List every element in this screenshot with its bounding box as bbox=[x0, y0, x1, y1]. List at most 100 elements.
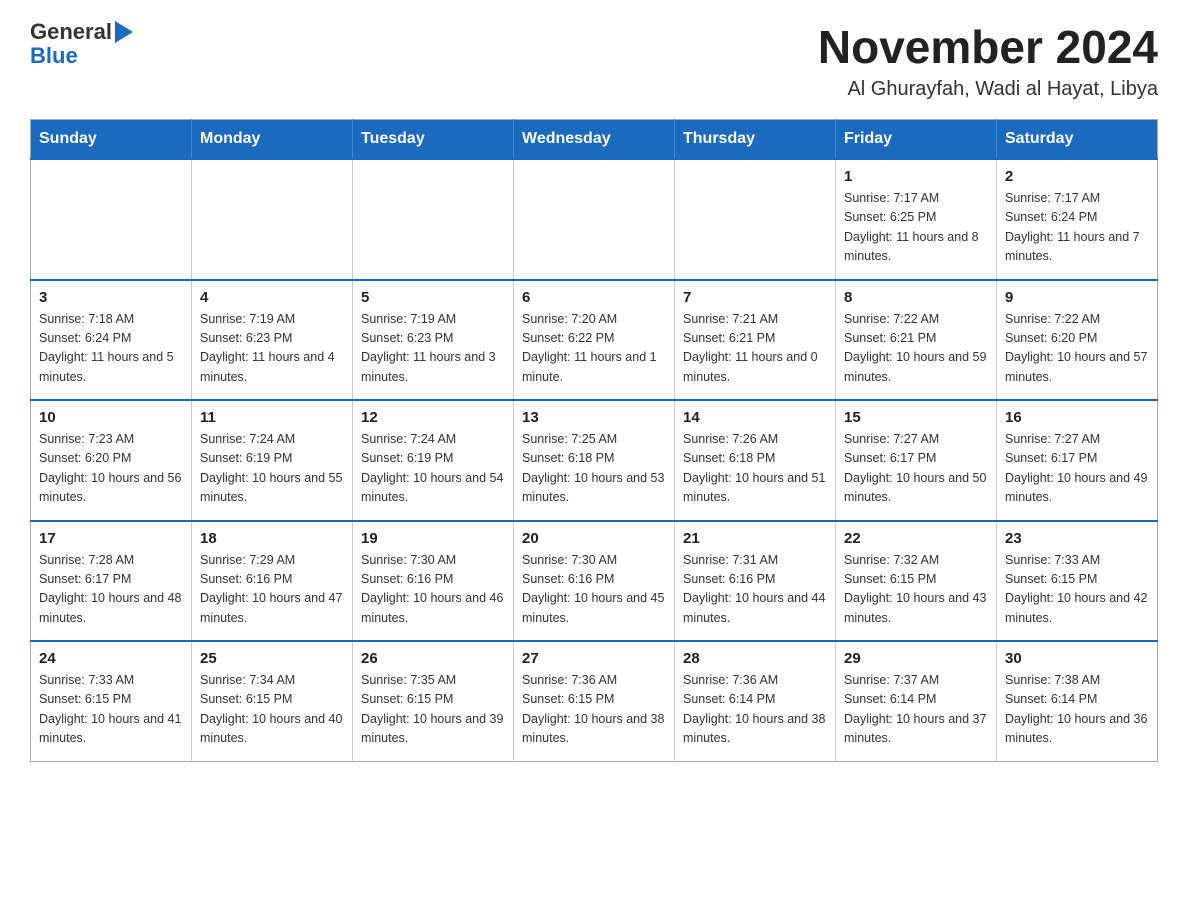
month-title: November 2024 bbox=[818, 20, 1158, 74]
day-number: 2 bbox=[1005, 168, 1149, 185]
calendar-cell: 10 Sunrise: 7:23 AMSunset: 6:20 PMDayligh… bbox=[31, 400, 192, 521]
day-info: Sunrise: 7:35 AMSunset: 6:15 PMDaylight:… bbox=[361, 671, 505, 749]
day-info: Sunrise: 7:22 AMSunset: 6:20 PMDaylight:… bbox=[1005, 310, 1149, 388]
day-number: 30 bbox=[1005, 650, 1149, 667]
calendar-cell: 15 Sunrise: 7:27 AMSunset: 6:17 PMDayligh… bbox=[836, 400, 997, 521]
day-number: 17 bbox=[39, 530, 183, 547]
calendar-cell: 7 Sunrise: 7:21 AMSunset: 6:21 PMDaylight… bbox=[675, 280, 836, 401]
calendar-week-row: 10 Sunrise: 7:23 AMSunset: 6:20 PMDayligh… bbox=[31, 400, 1158, 521]
day-number: 15 bbox=[844, 409, 988, 426]
day-info: Sunrise: 7:31 AMSunset: 6:16 PMDaylight:… bbox=[683, 551, 827, 629]
day-number: 29 bbox=[844, 650, 988, 667]
calendar-cell: 8 Sunrise: 7:22 AMSunset: 6:21 PMDaylight… bbox=[836, 280, 997, 401]
weekday-header-sunday: Sunday bbox=[31, 120, 192, 160]
day-info: Sunrise: 7:24 AMSunset: 6:19 PMDaylight:… bbox=[200, 430, 344, 508]
day-info: Sunrise: 7:18 AMSunset: 6:24 PMDaylight:… bbox=[39, 310, 183, 388]
calendar-week-row: 24Sunrise: 7:33 AMSunset: 6:15 PMDayligh… bbox=[31, 641, 1158, 761]
calendar-cell: 16 Sunrise: 7:27 AMSunset: 6:17 PMDayligh… bbox=[997, 400, 1158, 521]
day-number: 7 bbox=[683, 289, 827, 306]
calendar-body: 1 Sunrise: 7:17 AMSunset: 6:25 PMDaylight… bbox=[31, 159, 1158, 761]
day-info: Sunrise: 7:17 AMSunset: 6:25 PMDaylight:… bbox=[844, 189, 988, 267]
weekday-header-saturday: Saturday bbox=[997, 120, 1158, 160]
day-info: Sunrise: 7:38 AMSunset: 6:14 PMDaylight:… bbox=[1005, 671, 1149, 749]
day-info: Sunrise: 7:27 AMSunset: 6:17 PMDaylight:… bbox=[1005, 430, 1149, 508]
day-info: Sunrise: 7:19 AMSunset: 6:23 PMDaylight:… bbox=[361, 310, 505, 388]
day-number: 22 bbox=[844, 530, 988, 547]
calendar-cell: 9 Sunrise: 7:22 AMSunset: 6:20 PMDaylight… bbox=[997, 280, 1158, 401]
calendar-header: SundayMondayTuesdayWednesdayThursdayFrid… bbox=[31, 120, 1158, 160]
day-number: 9 bbox=[1005, 289, 1149, 306]
day-info: Sunrise: 7:21 AMSunset: 6:21 PMDaylight:… bbox=[683, 310, 827, 388]
day-info: Sunrise: 7:23 AMSunset: 6:20 PMDaylight:… bbox=[39, 430, 183, 508]
day-info: Sunrise: 7:30 AMSunset: 6:16 PMDaylight:… bbox=[522, 551, 666, 629]
day-number: 28 bbox=[683, 650, 827, 667]
calendar-cell: 21 Sunrise: 7:31 AMSunset: 6:16 PMDayligh… bbox=[675, 521, 836, 642]
day-info: Sunrise: 7:22 AMSunset: 6:21 PMDaylight:… bbox=[844, 310, 988, 388]
day-info: Sunrise: 7:20 AMSunset: 6:22 PMDaylight:… bbox=[522, 310, 666, 388]
weekday-header-row: SundayMondayTuesdayWednesdayThursdayFrid… bbox=[31, 120, 1158, 160]
calendar-cell: 18Sunrise: 7:29 AMSunset: 6:16 PMDayligh… bbox=[192, 521, 353, 642]
calendar-cell: 28 Sunrise: 7:36 AMSunset: 6:14 PMDayligh… bbox=[675, 641, 836, 761]
calendar-cell: 2 Sunrise: 7:17 AMSunset: 6:24 PMDaylight… bbox=[997, 159, 1158, 280]
calendar-cell: 12 Sunrise: 7:24 AMSunset: 6:19 PMDayligh… bbox=[353, 400, 514, 521]
day-info: Sunrise: 7:37 AMSunset: 6:14 PMDaylight:… bbox=[844, 671, 988, 749]
calendar-cell: 17 Sunrise: 7:28 AMSunset: 6:17 PMDayligh… bbox=[31, 521, 192, 642]
logo-general-text: General bbox=[30, 20, 112, 44]
day-number: 1 bbox=[844, 168, 988, 185]
day-number: 10 bbox=[39, 409, 183, 426]
day-info: Sunrise: 7:24 AMSunset: 6:19 PMDaylight:… bbox=[361, 430, 505, 508]
calendar-cell: 20 Sunrise: 7:30 AMSunset: 6:16 PMDayligh… bbox=[514, 521, 675, 642]
day-number: 21 bbox=[683, 530, 827, 547]
day-info: Sunrise: 7:36 AMSunset: 6:15 PMDaylight:… bbox=[522, 671, 666, 749]
calendar-cell: 30 Sunrise: 7:38 AMSunset: 6:14 PMDayligh… bbox=[997, 641, 1158, 761]
calendar-week-row: 3 Sunrise: 7:18 AMSunset: 6:24 PMDaylight… bbox=[31, 280, 1158, 401]
calendar-cell: 24Sunrise: 7:33 AMSunset: 6:15 PMDayligh… bbox=[31, 641, 192, 761]
weekday-header-thursday: Thursday bbox=[675, 120, 836, 160]
day-info: Sunrise: 7:27 AMSunset: 6:17 PMDaylight:… bbox=[844, 430, 988, 508]
weekday-header-wednesday: Wednesday bbox=[514, 120, 675, 160]
calendar-cell bbox=[192, 159, 353, 280]
day-number: 8 bbox=[844, 289, 988, 306]
day-number: 23 bbox=[1005, 530, 1149, 547]
day-info: Sunrise: 7:33 AMSunset: 6:15 PMDaylight:… bbox=[1005, 551, 1149, 629]
calendar-cell: 4Sunrise: 7:19 AMSunset: 6:23 PMDaylight… bbox=[192, 280, 353, 401]
calendar-cell: 6 Sunrise: 7:20 AMSunset: 6:22 PMDaylight… bbox=[514, 280, 675, 401]
location-title: Al Ghurayfah, Wadi al Hayat, Libya bbox=[818, 78, 1158, 101]
calendar-cell: 1 Sunrise: 7:17 AMSunset: 6:25 PMDaylight… bbox=[836, 159, 997, 280]
day-number: 5 bbox=[361, 289, 505, 306]
day-info: Sunrise: 7:17 AMSunset: 6:24 PMDaylight:… bbox=[1005, 189, 1149, 267]
day-info: Sunrise: 7:29 AMSunset: 6:16 PMDaylight:… bbox=[200, 551, 344, 629]
calendar-cell: 3 Sunrise: 7:18 AMSunset: 6:24 PMDaylight… bbox=[31, 280, 192, 401]
calendar-cell: 19Sunrise: 7:30 AMSunset: 6:16 PMDayligh… bbox=[353, 521, 514, 642]
calendar-cell bbox=[31, 159, 192, 280]
weekday-header-tuesday: Tuesday bbox=[353, 120, 514, 160]
day-number: 16 bbox=[1005, 409, 1149, 426]
day-info: Sunrise: 7:25 AMSunset: 6:18 PMDaylight:… bbox=[522, 430, 666, 508]
day-info: Sunrise: 7:36 AMSunset: 6:14 PMDaylight:… bbox=[683, 671, 827, 749]
page-header: General Blue November 2024 Al Ghurayfah,… bbox=[30, 20, 1158, 101]
calendar-cell: 11Sunrise: 7:24 AMSunset: 6:19 PMDayligh… bbox=[192, 400, 353, 521]
logo: General Blue bbox=[30, 20, 133, 68]
title-block: November 2024 Al Ghurayfah, Wadi al Haya… bbox=[818, 20, 1158, 101]
weekday-header-monday: Monday bbox=[192, 120, 353, 160]
calendar-cell: 26 Sunrise: 7:35 AMSunset: 6:15 PMDayligh… bbox=[353, 641, 514, 761]
day-info: Sunrise: 7:33 AMSunset: 6:15 PMDaylight:… bbox=[39, 671, 183, 749]
logo-blue-text: Blue bbox=[30, 44, 78, 68]
day-number: 27 bbox=[522, 650, 666, 667]
calendar-cell bbox=[514, 159, 675, 280]
day-number: 25 bbox=[200, 650, 344, 667]
day-info: Sunrise: 7:30 AMSunset: 6:16 PMDaylight:… bbox=[361, 551, 505, 629]
calendar-cell: 29 Sunrise: 7:37 AMSunset: 6:14 PMDayligh… bbox=[836, 641, 997, 761]
calendar-cell: 27 Sunrise: 7:36 AMSunset: 6:15 PMDayligh… bbox=[514, 641, 675, 761]
day-number: 4 bbox=[200, 289, 344, 306]
day-number: 3 bbox=[39, 289, 183, 306]
calendar-cell: 22Sunrise: 7:32 AMSunset: 6:15 PMDayligh… bbox=[836, 521, 997, 642]
day-info: Sunrise: 7:26 AMSunset: 6:18 PMDaylight:… bbox=[683, 430, 827, 508]
day-number: 20 bbox=[522, 530, 666, 547]
calendar-week-row: 1 Sunrise: 7:17 AMSunset: 6:25 PMDaylight… bbox=[31, 159, 1158, 280]
day-number: 6 bbox=[522, 289, 666, 306]
day-number: 13 bbox=[522, 409, 666, 426]
day-number: 26 bbox=[361, 650, 505, 667]
day-number: 12 bbox=[361, 409, 505, 426]
day-info: Sunrise: 7:28 AMSunset: 6:17 PMDaylight:… bbox=[39, 551, 183, 629]
